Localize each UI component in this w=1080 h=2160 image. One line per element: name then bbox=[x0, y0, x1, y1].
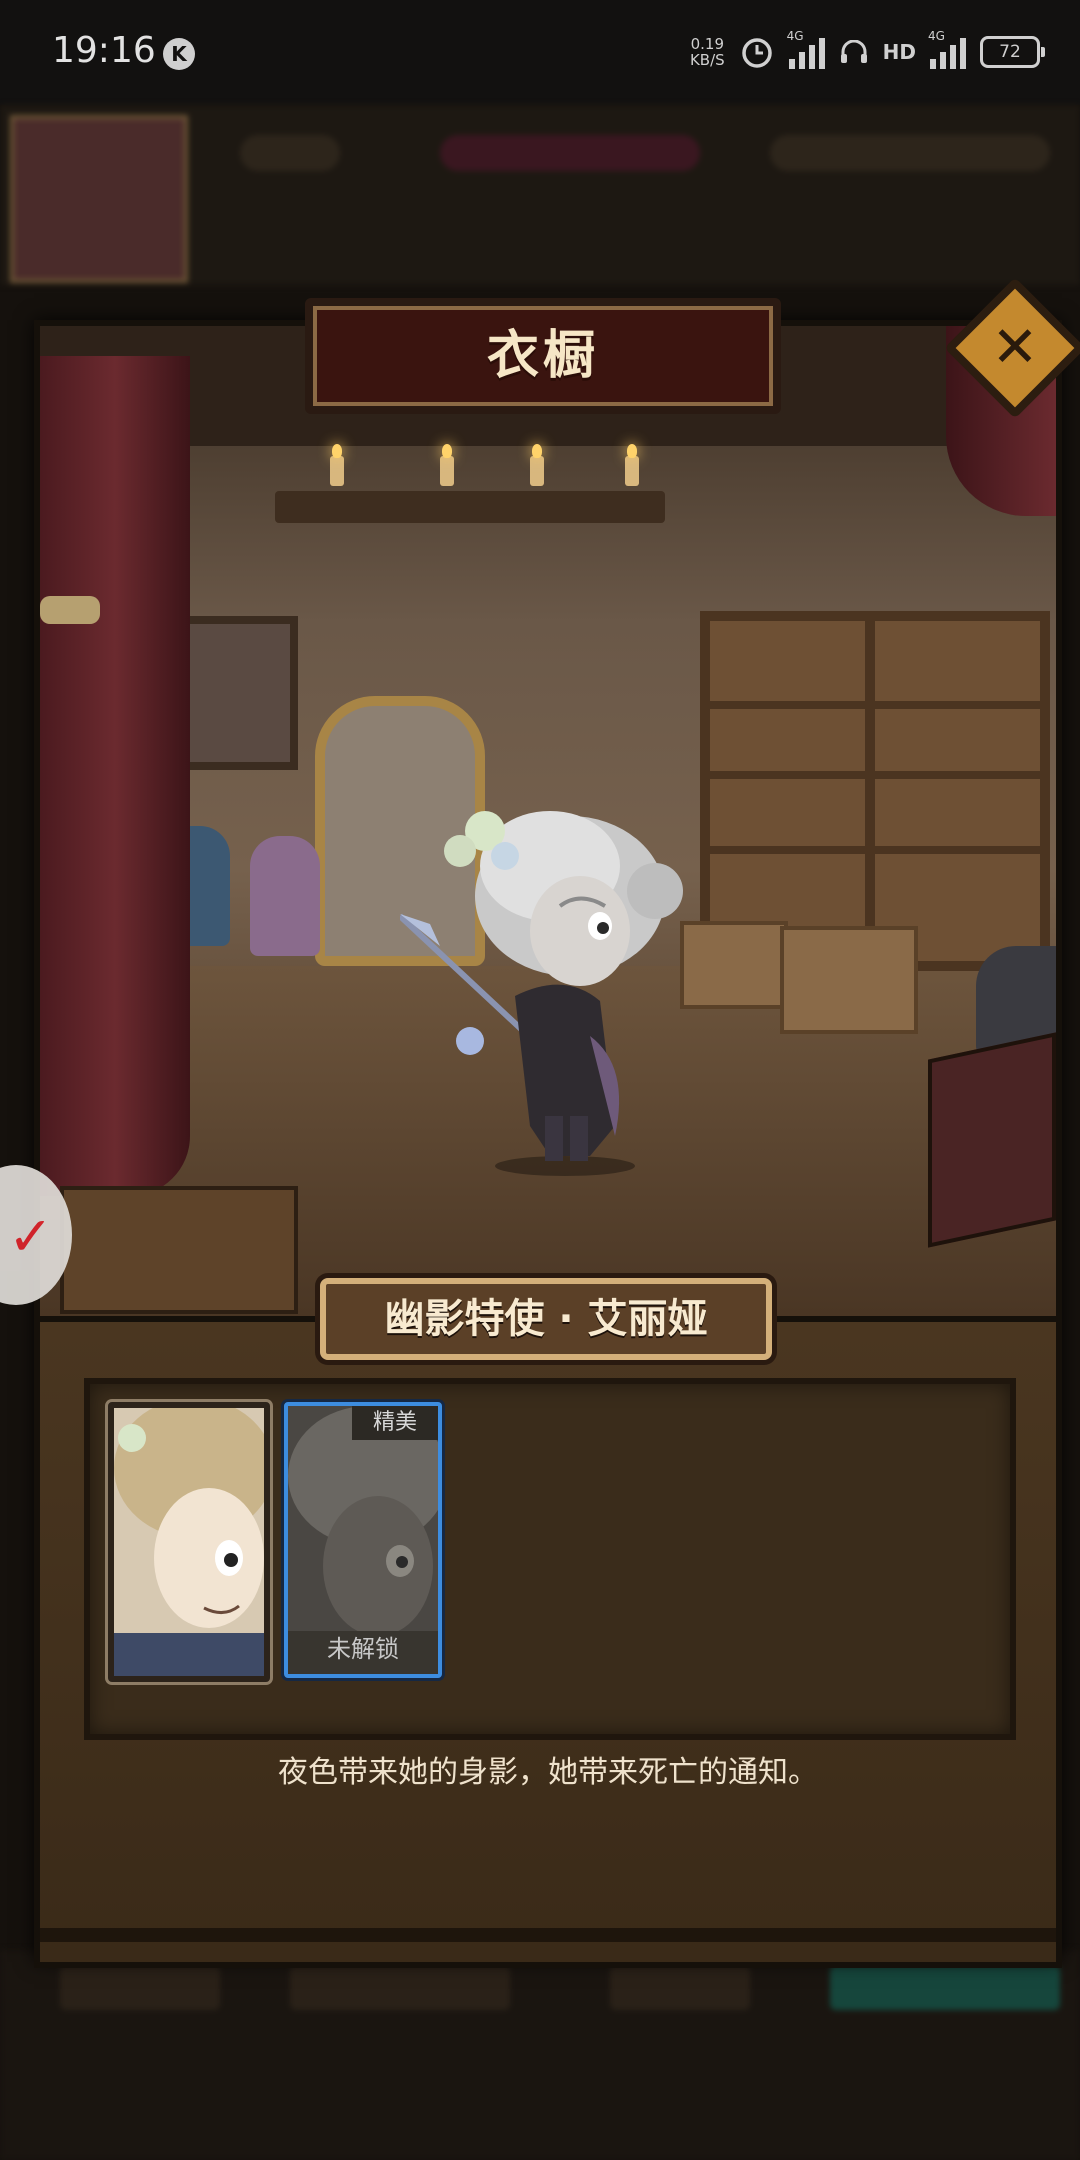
net-speed: 0.19 KB/S bbox=[690, 36, 725, 68]
skin-locked-label: 未解锁 bbox=[327, 1635, 399, 1663]
notification-badge-icon: K bbox=[163, 38, 195, 70]
character-sprite bbox=[400, 811, 683, 1176]
skin-section: 精美 未解锁 夜色带来她的身影，她带来死亡的通知。 bbox=[34, 1316, 1062, 1968]
skin-card-elegant[interactable]: 精美 未解锁 bbox=[284, 1402, 442, 1678]
background-bottom-bar bbox=[0, 1950, 1080, 2160]
portrait-default-icon bbox=[114, 1408, 264, 1676]
character-name-banner: 幽影特使 · 艾丽娅 bbox=[320, 1278, 772, 1360]
wardrobe-room-scene bbox=[40, 326, 1056, 1316]
wardrobe-cabinet bbox=[700, 611, 1050, 971]
signal-icon-sim1: 4G bbox=[787, 29, 825, 69]
background-hud bbox=[0, 105, 1080, 285]
skin-tag: 精美 bbox=[352, 1406, 438, 1440]
title-banner: 衣橱 bbox=[305, 298, 781, 414]
character-name: 幽影特使 · 艾丽娅 bbox=[384, 1296, 708, 1342]
status-time: 19:16 bbox=[52, 30, 156, 71]
wardrobe-panel: 精美 未解锁 夜色带来她的身影，她带来死亡的通知。 bbox=[34, 320, 1062, 1968]
signal-icon-sim2: 4G bbox=[928, 29, 966, 69]
background-avatar bbox=[10, 115, 188, 283]
headset-icon bbox=[840, 40, 867, 63]
status-bar: 19:16 K 0.19 KB/S 4G HD 4G 72 bbox=[0, 0, 1080, 105]
net-speed-value: 0.19 bbox=[690, 35, 724, 53]
dialog-title: 衣橱 bbox=[486, 326, 599, 386]
candle-shelf bbox=[275, 491, 665, 523]
net-speed-unit: KB/S bbox=[689, 51, 725, 69]
alarm-icon bbox=[741, 38, 772, 68]
hd-label: HD bbox=[882, 40, 916, 64]
assistant-logo-icon: ✓ bbox=[8, 1205, 54, 1268]
skin-card-default[interactable] bbox=[108, 1402, 270, 1682]
close-icon: ✕ bbox=[991, 315, 1039, 380]
status-icons: 0.19 KB/S 4G HD 4G 72 bbox=[690, 28, 1045, 76]
curtain-left bbox=[40, 356, 190, 1196]
sim1-network-tag: 4G bbox=[786, 29, 804, 43]
skin-list: 精美 未解锁 bbox=[84, 1378, 1016, 1740]
sim2-network-tag: 4G bbox=[928, 29, 945, 43]
skin-description: 夜色带来她的身影，她带来死亡的通知。 bbox=[278, 1755, 818, 1790]
battery-icon: 72 bbox=[980, 36, 1045, 68]
